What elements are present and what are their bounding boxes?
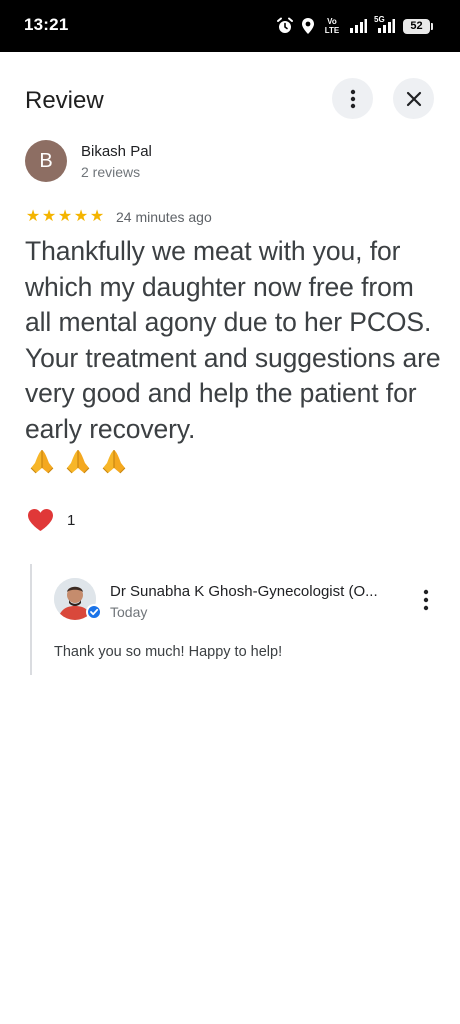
verified-badge-icon — [86, 604, 102, 620]
folded-hands-emoji — [102, 450, 126, 474]
reviewer-name[interactable]: Bikash Pal — [81, 143, 152, 160]
emoji-row — [27, 446, 129, 476]
status-icons: Vo LTE 5G 52 — [276, 14, 433, 38]
star-icon: ★ — [73, 208, 89, 225]
review-time: 24 minutes ago — [116, 209, 212, 225]
like-count: 1 — [67, 511, 76, 529]
page-title: Review — [25, 87, 104, 114]
owner-reply-text: Thank you so much! Happy to help! — [54, 644, 283, 660]
star-icon: ★ — [25, 208, 41, 225]
more-vert-icon — [350, 89, 355, 108]
volte-icon: Vo LTE — [324, 17, 340, 35]
folded-hands-emoji — [66, 450, 90, 474]
folded-hands-emoji — [30, 450, 54, 474]
heart-icon — [28, 509, 53, 531]
reviewer-avatar[interactable]: B — [25, 140, 67, 182]
more-vert-icon — [423, 589, 429, 611]
star-icon: ★ — [89, 208, 105, 225]
location-icon — [302, 18, 314, 34]
like-button[interactable]: 1 — [27, 508, 75, 532]
battery-icon: 52 — [403, 18, 433, 34]
review-text: Thankfully we meat with you, for which m… — [25, 236, 441, 444]
status-bar: 13:21 Vo LTE 5G 52 — [0, 0, 460, 52]
owner-reply: Dr Sunabha K Ghosh-Gynecologist (O... To… — [30, 564, 442, 675]
review-sheet: Review B Bikash Pal 2 reviews ★ ★ ★ ★ ★ 24 m… — [0, 52, 460, 1024]
close-icon — [406, 91, 421, 106]
signal-icon — [350, 19, 367, 33]
close-button[interactable] — [393, 78, 434, 119]
star-icon: ★ — [41, 208, 57, 225]
star-icon: ★ — [57, 208, 73, 225]
alarm-icon — [277, 17, 293, 33]
reviewer-review-count: 2 reviews — [81, 164, 141, 180]
more-options-button[interactable] — [332, 78, 373, 119]
owner-reply-date: Today — [110, 604, 148, 620]
reply-more-button[interactable] — [416, 588, 436, 612]
status-time: 13:21 — [24, 15, 69, 34]
5g-signal-icon: 5G — [374, 15, 396, 34]
owner-name[interactable]: Dr Sunabha K Ghosh-Gynecologist (O... — [110, 583, 400, 600]
star-rating: ★ ★ ★ ★ ★ — [25, 208, 105, 226]
